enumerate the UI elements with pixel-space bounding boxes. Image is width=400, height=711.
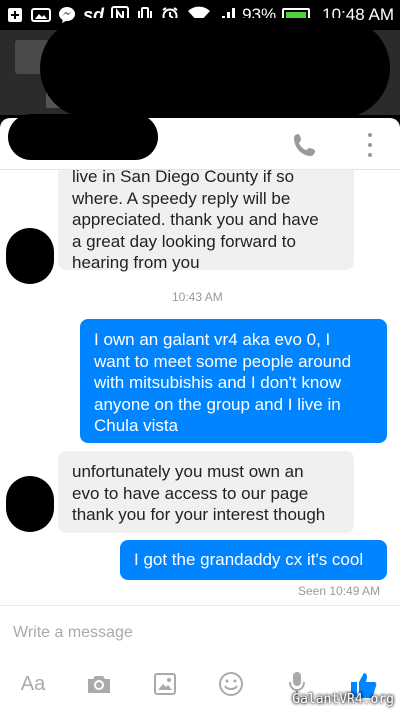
message-line: a great day looking forward to [72, 231, 296, 251]
outgoing-message[interactable]: I got the grandaddy cx it's cool [120, 540, 387, 580]
message-line: unfortunately you must own an [72, 462, 304, 481]
incoming-message[interactable]: live in San Diego County if so where. A … [58, 170, 354, 272]
contact-avatar[interactable] [6, 228, 54, 284]
seen-receipt: Seen 10:49 AM [298, 584, 381, 598]
message-line: Chula vista [94, 416, 179, 435]
watermark: GalantVR4.org [292, 692, 394, 707]
timestamp: 10:43 AM [172, 290, 223, 304]
message-line: I own an galant vr4 aka evo 0, I [94, 330, 331, 349]
gallery-icon[interactable] [132, 672, 198, 696]
add-icon [6, 6, 24, 24]
contact-name-redaction [8, 114, 158, 160]
message-line: hearing from you [72, 253, 200, 272]
message-line: want to meet some people around [94, 351, 352, 371]
contact-avatar[interactable] [6, 476, 54, 532]
redaction-blot [150, 30, 250, 80]
message-line: with mitsubishis and I don't know [94, 373, 342, 392]
message-line: thank you for your interest though [72, 505, 326, 524]
text-format-button[interactable]: Aa [0, 673, 66, 696]
message-input[interactable]: Write a message [13, 624, 133, 642]
image-icon [31, 6, 51, 24]
phone-call-icon[interactable] [290, 130, 320, 160]
outgoing-message[interactable]: I own an galant vr4 aka evo 0, I want to… [80, 319, 387, 443]
message-line: I got the grandaddy cx it's cool [134, 550, 364, 569]
message-line: anyone on the group and I live in [94, 394, 341, 414]
message-list[interactable]: live in San Diego County if so where. A … [0, 170, 400, 625]
camera-icon[interactable] [66, 673, 132, 695]
message-line: live in San Diego County if so [72, 170, 295, 186]
emoji-icon[interactable] [198, 671, 264, 697]
message-composer[interactable]: Write a message [0, 605, 400, 657]
incoming-message[interactable]: unfortunately you must own an evo to hav… [58, 451, 354, 533]
chat-sheet: live in San Diego County if so where. A … [0, 114, 400, 711]
message-line: appreciated. thank you and have [72, 210, 319, 229]
more-options-icon[interactable] [364, 130, 376, 160]
message-line: evo to have access to our page [72, 483, 309, 503]
chat-header [0, 114, 400, 170]
message-line: where. A speedy reply will be [72, 188, 291, 208]
